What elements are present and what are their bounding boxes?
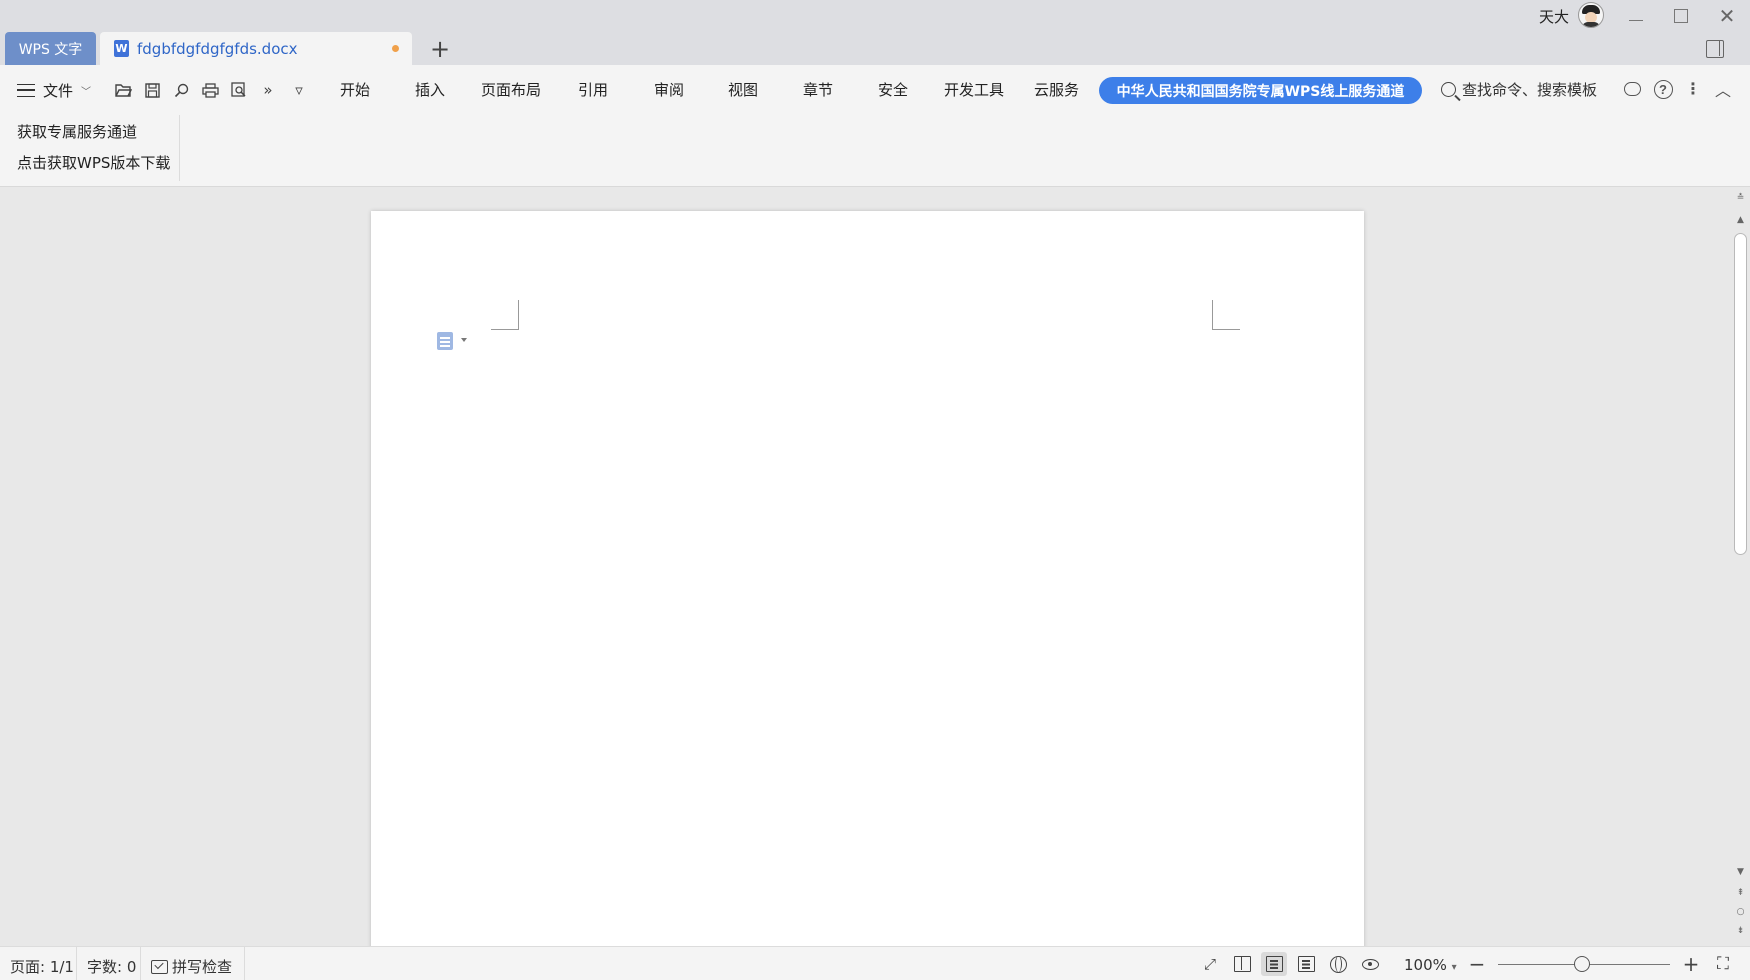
- tab-security[interactable]: 安全: [878, 79, 908, 100]
- file-menu-label: 文件: [43, 81, 74, 100]
- vertical-scrollbar[interactable]: ≛ ▲ ▼ ⇞ ○ ⇟: [1731, 188, 1750, 946]
- tab-sections[interactable]: 章节: [803, 79, 833, 100]
- maximize-button[interactable]: [1666, 4, 1696, 28]
- customize-icon[interactable]: ▿: [288, 79, 310, 101]
- eye-protection-icon[interactable]: [1357, 952, 1383, 976]
- paste-options-icon[interactable]: [437, 332, 453, 350]
- command-search-label: 查找命令、搜索模板: [1462, 81, 1598, 99]
- document-tab[interactable]: W fdgbfdgfdgfgfds.docx: [100, 32, 412, 65]
- fullscreen-icon[interactable]: ⛶: [1713, 953, 1733, 975]
- unsaved-indicator-icon[interactable]: [392, 45, 399, 52]
- user-name[interactable]: 天大: [1539, 6, 1569, 27]
- print-icon[interactable]: [199, 79, 221, 101]
- help-icon[interactable]: ?: [1652, 78, 1674, 100]
- spell-check-button[interactable]: 拼写检查: [151, 956, 232, 977]
- chevron-down-icon: ﹀: [81, 86, 92, 98]
- status-divider: [244, 947, 245, 980]
- app-tab-label: WPS 文字: [18, 41, 83, 58]
- tab-page-layout[interactable]: 页面布局: [481, 79, 541, 100]
- title-bar: WPS 文字 W fdgbfdgfdgfgfds.docx + 天大 ✕: [0, 0, 1750, 65]
- caret-down-icon[interactable]: [461, 338, 467, 342]
- tab-developer[interactable]: 开发工具: [944, 79, 1004, 100]
- reading-view-icon[interactable]: [1229, 952, 1255, 976]
- promo-service-button[interactable]: 中华人民共和国国务院专属WPS线上服务通道: [1099, 77, 1422, 104]
- status-bar: 页面: 1/1 字数: 0 拼写检查 ⤢ 100% ▾ − + ⛶: [0, 946, 1750, 980]
- scroll-down-icon[interactable]: ▼: [1731, 865, 1750, 879]
- search-icon: [1441, 82, 1456, 97]
- scroll-up-icon[interactable]: ▲: [1731, 213, 1750, 227]
- new-tab-button[interactable]: +: [425, 34, 455, 64]
- split-view-icon[interactable]: ≛: [1731, 191, 1750, 205]
- panel-divider: [179, 115, 180, 181]
- folder-open-icon[interactable]: [112, 79, 134, 101]
- spell-check-icon: [151, 960, 168, 974]
- document-workspace: [0, 188, 1731, 946]
- minimize-button[interactable]: [1621, 4, 1651, 28]
- status-divider: [140, 947, 141, 980]
- margin-mark-top-left: [491, 300, 519, 330]
- previous-page-icon[interactable]: ⇞: [1731, 886, 1750, 900]
- file-menu-button[interactable]: 文件 ﹀: [17, 78, 91, 102]
- print-preview-icon[interactable]: [228, 79, 250, 101]
- save-icon[interactable]: [141, 79, 163, 101]
- word-document-icon: W: [114, 40, 129, 57]
- document-page[interactable]: [371, 211, 1364, 946]
- avatar[interactable]: [1578, 2, 1604, 28]
- tab-references[interactable]: 引用: [578, 79, 608, 100]
- document-tab-label: fdgbfdgfdgfgfds.docx: [137, 39, 298, 58]
- word-count[interactable]: 字数: 0: [87, 956, 136, 977]
- margin-mark-top-right: [1212, 300, 1240, 330]
- find-icon[interactable]: [170, 79, 192, 101]
- service-channel-link[interactable]: 获取专属服务通道: [17, 121, 170, 142]
- tab-insert[interactable]: 插入: [415, 79, 445, 100]
- ribbon: 文件 ﹀ » ▿ 开始 插入 页面布局 引用 审阅 视图 章节 安全 开发工具 …: [0, 65, 1750, 187]
- hamburger-icon: [17, 83, 35, 97]
- app-tab[interactable]: WPS 文字: [5, 32, 96, 65]
- ribbon-panel: 获取专属服务通道 点击获取WPS版本下载: [17, 121, 170, 183]
- web-view-icon[interactable]: [1325, 952, 1351, 976]
- zoom-in-button[interactable]: +: [1681, 952, 1701, 976]
- sidebar-toggle-icon[interactable]: [1706, 40, 1724, 58]
- zoom-level: 100%: [1404, 956, 1447, 974]
- zoom-out-button[interactable]: −: [1467, 952, 1487, 976]
- spell-check-label: 拼写检查: [172, 958, 233, 976]
- page-view-icon[interactable]: [1261, 952, 1287, 976]
- close-button[interactable]: ✕: [1712, 4, 1742, 28]
- tab-view[interactable]: 视图: [728, 79, 758, 100]
- status-divider: [76, 947, 77, 980]
- tab-cloud-services[interactable]: 云服务: [1034, 79, 1079, 100]
- more-options-icon[interactable]: ⋮: [1682, 78, 1704, 100]
- download-wps-link[interactable]: 点击获取WPS版本下载: [17, 152, 170, 173]
- collapse-ribbon-icon[interactable]: ︿: [1712, 78, 1734, 100]
- next-page-icon[interactable]: ⇟: [1731, 924, 1750, 938]
- zoom-slider-handle[interactable]: [1574, 956, 1590, 972]
- menu-bar: 文件 ﹀ » ▿ 开始 插入 页面布局 引用 审阅 视图 章节 安全 开发工具 …: [0, 65, 1750, 115]
- tab-home[interactable]: 开始: [340, 79, 370, 100]
- page-indicator[interactable]: 页面: 1/1: [10, 956, 74, 977]
- zoom-caret-icon: ▾: [1451, 962, 1457, 973]
- zoom-level-select[interactable]: 100% ▾: [1404, 956, 1457, 974]
- outline-view-icon[interactable]: [1293, 952, 1319, 976]
- tab-review[interactable]: 审阅: [654, 79, 684, 100]
- scrollbar-thumb[interactable]: [1734, 233, 1747, 555]
- more-icon[interactable]: »: [257, 79, 279, 101]
- command-search[interactable]: 查找命令、搜索模板: [1441, 79, 1597, 100]
- feedback-icon[interactable]: [1621, 78, 1643, 100]
- expand-icon[interactable]: ⤢: [1197, 952, 1223, 976]
- browse-object-icon[interactable]: ○: [1731, 905, 1750, 919]
